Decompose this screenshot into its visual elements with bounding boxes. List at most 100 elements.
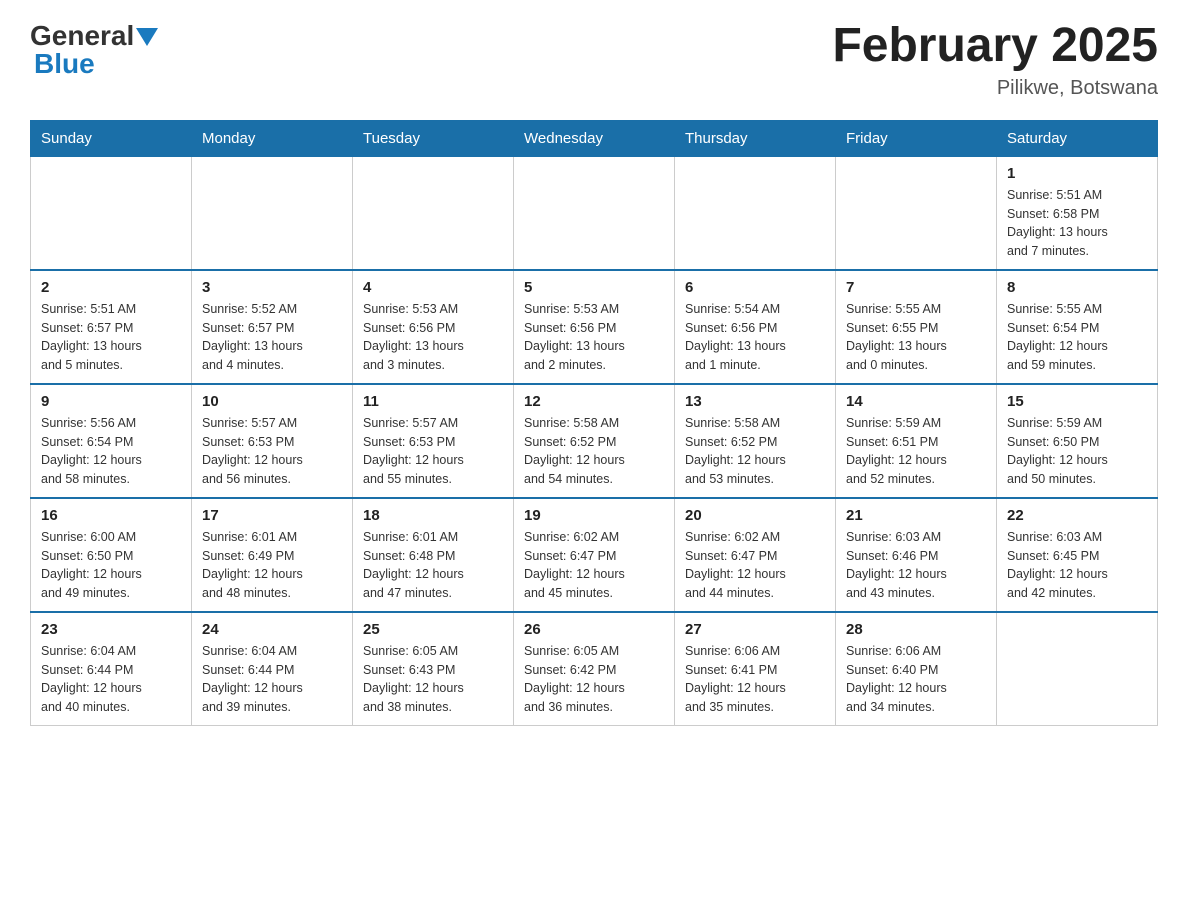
logo: General Blue bbox=[30, 20, 158, 80]
calendar-cell: 6 Sunrise: 5:54 AM Sunset: 6:56 PM Daylig… bbox=[675, 270, 836, 384]
day-number: 12 bbox=[524, 393, 664, 410]
calendar-cell: 27Sunrise: 6:06 AM Sunset: 6:41 PM Dayli… bbox=[675, 612, 836, 726]
weekday-header-saturday: Saturday bbox=[997, 121, 1158, 156]
calendar-table: SundayMondayTuesdayWednesdayThursdayFrid… bbox=[30, 120, 1158, 726]
calendar-week-3: 9 Sunrise: 5:56 AM Sunset: 6:54 PM Daylig… bbox=[31, 384, 1158, 498]
day-number: 18 bbox=[363, 507, 503, 524]
day-number: 4 bbox=[363, 279, 503, 296]
day-info: Sunrise: 5:53 AM Sunset: 6:56 PM Dayligh… bbox=[363, 300, 503, 375]
calendar-cell: 23 Sunrise: 6:04 AM Sunset: 6:44 PM Dayli… bbox=[31, 612, 192, 726]
day-number: 28 bbox=[846, 621, 986, 638]
day-number: 24 bbox=[202, 621, 342, 638]
day-number: 3 bbox=[202, 279, 342, 296]
calendar-cell: 16 Sunrise: 6:00 AM Sunset: 6:50 PM Dayli… bbox=[31, 498, 192, 612]
calendar-cell: 2 Sunrise: 5:51 AM Sunset: 6:57 PM Daylig… bbox=[31, 270, 192, 384]
weekday-header-monday: Monday bbox=[192, 121, 353, 156]
calendar-cell: 7 Sunrise: 5:55 AM Sunset: 6:55 PM Daylig… bbox=[836, 270, 997, 384]
calendar-cell bbox=[31, 156, 192, 270]
day-number: 1 bbox=[1007, 165, 1147, 182]
day-info: Sunrise: 6:03 AM Sunset: 6:45 PM Dayligh… bbox=[1007, 528, 1147, 603]
day-number: 13 bbox=[685, 393, 825, 410]
day-info: Sunrise: 6:02 AM Sunset: 6:47 PM Dayligh… bbox=[524, 528, 664, 603]
day-info: Sunrise: 5:57 AM Sunset: 6:53 PM Dayligh… bbox=[363, 414, 503, 489]
day-info: Sunrise: 5:51 AM Sunset: 6:57 PM Dayligh… bbox=[41, 300, 181, 375]
day-info: Sunrise: 5:57 AM Sunset: 6:53 PM Dayligh… bbox=[202, 414, 342, 489]
calendar-cell: 26Sunrise: 6:05 AM Sunset: 6:42 PM Dayli… bbox=[514, 612, 675, 726]
calendar-cell: 20Sunrise: 6:02 AM Sunset: 6:47 PM Dayli… bbox=[675, 498, 836, 612]
day-number: 16 bbox=[41, 507, 181, 524]
day-number: 23 bbox=[41, 621, 181, 638]
calendar-cell: 15Sunrise: 5:59 AM Sunset: 6:50 PM Dayli… bbox=[997, 384, 1158, 498]
calendar-cell: 5 Sunrise: 5:53 AM Sunset: 6:56 PM Daylig… bbox=[514, 270, 675, 384]
day-info: Sunrise: 6:04 AM Sunset: 6:44 PM Dayligh… bbox=[41, 642, 181, 717]
weekday-header-wednesday: Wednesday bbox=[514, 121, 675, 156]
day-number: 22 bbox=[1007, 507, 1147, 524]
day-info: Sunrise: 5:51 AM Sunset: 6:58 PM Dayligh… bbox=[1007, 186, 1147, 261]
day-info: Sunrise: 5:55 AM Sunset: 6:55 PM Dayligh… bbox=[846, 300, 986, 375]
day-number: 11 bbox=[363, 393, 503, 410]
day-info: Sunrise: 5:53 AM Sunset: 6:56 PM Dayligh… bbox=[524, 300, 664, 375]
day-info: Sunrise: 5:58 AM Sunset: 6:52 PM Dayligh… bbox=[685, 414, 825, 489]
day-number: 17 bbox=[202, 507, 342, 524]
day-info: Sunrise: 6:03 AM Sunset: 6:46 PM Dayligh… bbox=[846, 528, 986, 603]
day-info: Sunrise: 5:58 AM Sunset: 6:52 PM Dayligh… bbox=[524, 414, 664, 489]
calendar-cell: 9 Sunrise: 5:56 AM Sunset: 6:54 PM Daylig… bbox=[31, 384, 192, 498]
day-info: Sunrise: 5:59 AM Sunset: 6:50 PM Dayligh… bbox=[1007, 414, 1147, 489]
logo-triangle-icon bbox=[136, 28, 158, 48]
calendar-cell: 17 Sunrise: 6:01 AM Sunset: 6:49 PM Dayli… bbox=[192, 498, 353, 612]
day-number: 21 bbox=[846, 507, 986, 524]
day-info: Sunrise: 5:54 AM Sunset: 6:56 PM Dayligh… bbox=[685, 300, 825, 375]
page-header: General Blue February 2025 Pilikwe, Bots… bbox=[30, 20, 1158, 100]
day-info: Sunrise: 6:06 AM Sunset: 6:41 PM Dayligh… bbox=[685, 642, 825, 717]
weekday-header-thursday: Thursday bbox=[675, 121, 836, 156]
calendar-week-5: 23 Sunrise: 6:04 AM Sunset: 6:44 PM Dayli… bbox=[31, 612, 1158, 726]
calendar-cell: 28Sunrise: 6:06 AM Sunset: 6:40 PM Dayli… bbox=[836, 612, 997, 726]
calendar-cell bbox=[353, 156, 514, 270]
day-number: 9 bbox=[41, 393, 181, 410]
location-subtitle: Pilikwe, Botswana bbox=[832, 77, 1158, 100]
calendar-cell: 12 Sunrise: 5:58 AM Sunset: 6:52 PM Dayli… bbox=[514, 384, 675, 498]
weekday-header-tuesday: Tuesday bbox=[353, 121, 514, 156]
calendar-cell: 21 Sunrise: 6:03 AM Sunset: 6:46 PM Dayli… bbox=[836, 498, 997, 612]
calendar-cell: 25Sunrise: 6:05 AM Sunset: 6:43 PM Dayli… bbox=[353, 612, 514, 726]
day-info: Sunrise: 5:59 AM Sunset: 6:51 PM Dayligh… bbox=[846, 414, 986, 489]
day-number: 6 bbox=[685, 279, 825, 296]
weekday-header-sunday: Sunday bbox=[31, 121, 192, 156]
day-number: 5 bbox=[524, 279, 664, 296]
day-info: Sunrise: 5:52 AM Sunset: 6:57 PM Dayligh… bbox=[202, 300, 342, 375]
calendar-cell: 4 Sunrise: 5:53 AM Sunset: 6:56 PM Daylig… bbox=[353, 270, 514, 384]
day-number: 26 bbox=[524, 621, 664, 638]
day-info: Sunrise: 6:01 AM Sunset: 6:49 PM Dayligh… bbox=[202, 528, 342, 603]
calendar-cell: 18 Sunrise: 6:01 AM Sunset: 6:48 PM Dayli… bbox=[353, 498, 514, 612]
day-number: 10 bbox=[202, 393, 342, 410]
calendar-cell: 22 Sunrise: 6:03 AM Sunset: 6:45 PM Dayli… bbox=[997, 498, 1158, 612]
day-number: 2 bbox=[41, 279, 181, 296]
calendar-cell: 13 Sunrise: 5:58 AM Sunset: 6:52 PM Dayli… bbox=[675, 384, 836, 498]
day-info: Sunrise: 6:04 AM Sunset: 6:44 PM Dayligh… bbox=[202, 642, 342, 717]
day-info: Sunrise: 6:01 AM Sunset: 6:48 PM Dayligh… bbox=[363, 528, 503, 603]
weekday-header-row: SundayMondayTuesdayWednesdayThursdayFrid… bbox=[31, 121, 1158, 156]
weekday-header-friday: Friday bbox=[836, 121, 997, 156]
calendar-cell: 11 Sunrise: 5:57 AM Sunset: 6:53 PM Dayli… bbox=[353, 384, 514, 498]
calendar-cell: 19Sunrise: 6:02 AM Sunset: 6:47 PM Dayli… bbox=[514, 498, 675, 612]
month-year-title: February 2025 bbox=[832, 20, 1158, 73]
calendar-cell bbox=[997, 612, 1158, 726]
day-number: 8 bbox=[1007, 279, 1147, 296]
calendar-cell: 3 Sunrise: 5:52 AM Sunset: 6:57 PM Daylig… bbox=[192, 270, 353, 384]
calendar-week-4: 16 Sunrise: 6:00 AM Sunset: 6:50 PM Dayli… bbox=[31, 498, 1158, 612]
calendar-cell bbox=[836, 156, 997, 270]
calendar-week-1: 1 Sunrise: 5:51 AM Sunset: 6:58 PM Daylig… bbox=[31, 156, 1158, 270]
calendar-cell bbox=[675, 156, 836, 270]
calendar-week-2: 2 Sunrise: 5:51 AM Sunset: 6:57 PM Daylig… bbox=[31, 270, 1158, 384]
day-info: Sunrise: 5:56 AM Sunset: 6:54 PM Dayligh… bbox=[41, 414, 181, 489]
calendar-cell: 14Sunrise: 5:59 AM Sunset: 6:51 PM Dayli… bbox=[836, 384, 997, 498]
calendar-cell bbox=[192, 156, 353, 270]
day-info: Sunrise: 6:00 AM Sunset: 6:50 PM Dayligh… bbox=[41, 528, 181, 603]
day-number: 7 bbox=[846, 279, 986, 296]
title-section: February 2025 Pilikwe, Botswana bbox=[832, 20, 1158, 100]
calendar-cell: 1 Sunrise: 5:51 AM Sunset: 6:58 PM Daylig… bbox=[997, 156, 1158, 270]
calendar-cell: 24 Sunrise: 6:04 AM Sunset: 6:44 PM Dayli… bbox=[192, 612, 353, 726]
day-number: 20 bbox=[685, 507, 825, 524]
calendar-cell: 8Sunrise: 5:55 AM Sunset: 6:54 PM Daylig… bbox=[997, 270, 1158, 384]
logo-blue-text: Blue bbox=[34, 48, 95, 80]
